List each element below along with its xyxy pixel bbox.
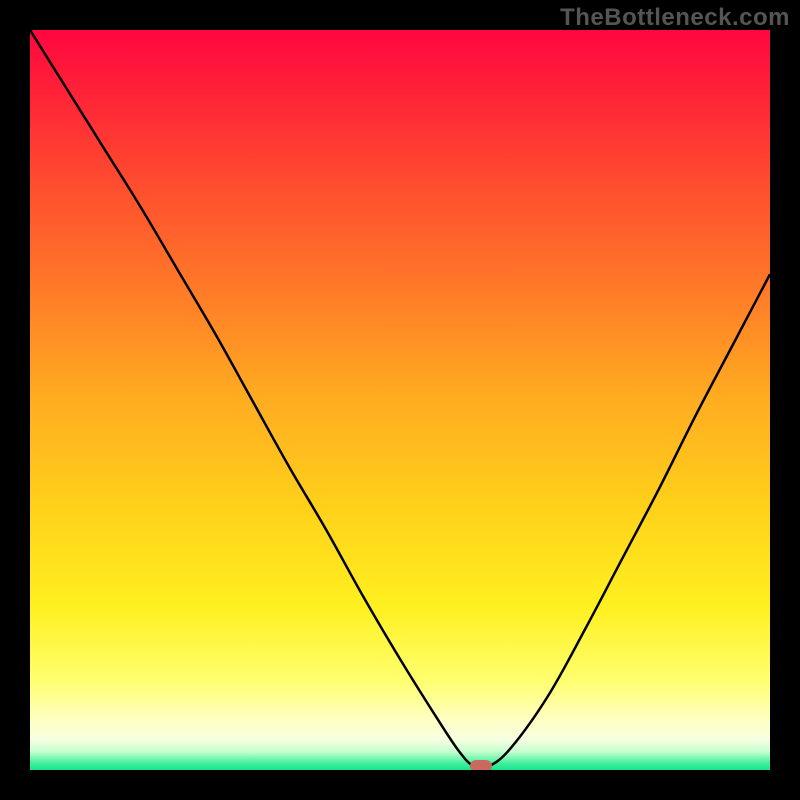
chart-frame: TheBottleneck.com <box>0 0 800 800</box>
minimum-marker <box>470 760 492 770</box>
curve-layer <box>30 30 770 770</box>
watermark-text: TheBottleneck.com <box>560 4 790 32</box>
bottleneck-curve <box>30 30 770 769</box>
plot-area <box>30 30 770 770</box>
